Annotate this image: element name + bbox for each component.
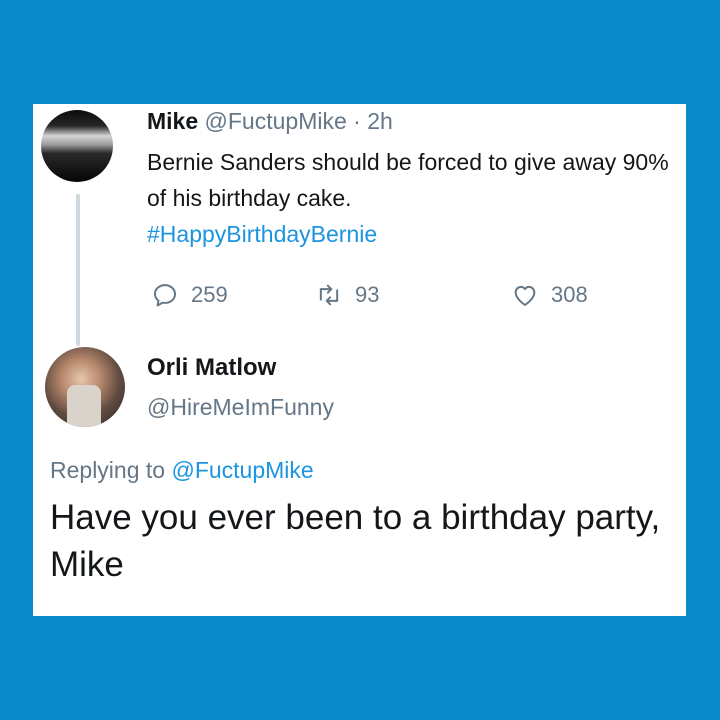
retweet-count: 93 <box>355 282 380 307</box>
author-name[interactable]: Mike <box>147 108 198 134</box>
avatar[interactable] <box>41 110 113 182</box>
reply-icon <box>153 284 177 307</box>
replying-mention-link[interactable]: @FuctupMike <box>171 457 313 483</box>
avatar[interactable] <box>45 347 125 427</box>
retweet-icon <box>319 284 339 306</box>
reply-author-handle[interactable]: @HireMeImFunny <box>147 394 334 421</box>
reply-count: 259 <box>191 282 228 307</box>
like-action[interactable]: 308 <box>511 279 588 311</box>
tweet-text: Bernie Sanders should be forced to give … <box>147 144 677 252</box>
hashtag-link[interactable]: #HappyBirthdayBernie <box>147 221 377 247</box>
author-handle[interactable]: @FuctupMike <box>205 108 347 134</box>
reply-action[interactable]: 259 <box>151 279 228 311</box>
tweet-card: Mike @FuctupMike · 2h Bernie Sanders sho… <box>33 104 686 616</box>
heart-icon <box>514 285 536 306</box>
tweet-body: Bernie Sanders should be forced to give … <box>147 149 669 211</box>
reply-text: Have you ever been to a birthday party, … <box>50 498 661 584</box>
retweet-action[interactable]: 93 <box>315 279 379 311</box>
replying-prefix: Replying to <box>50 457 166 483</box>
replying-to-line: Replying to @FuctupMike <box>50 457 314 484</box>
avatar-figure <box>67 385 101 427</box>
reply-author-name[interactable]: Orli Matlow <box>147 354 276 382</box>
separator-dot: · <box>353 108 361 134</box>
like-count: 308 <box>551 282 588 307</box>
timestamp[interactable]: 2h <box>367 108 393 134</box>
thread-line <box>76 194 80 346</box>
tweet-header: Mike @FuctupMike · 2h <box>147 108 393 135</box>
